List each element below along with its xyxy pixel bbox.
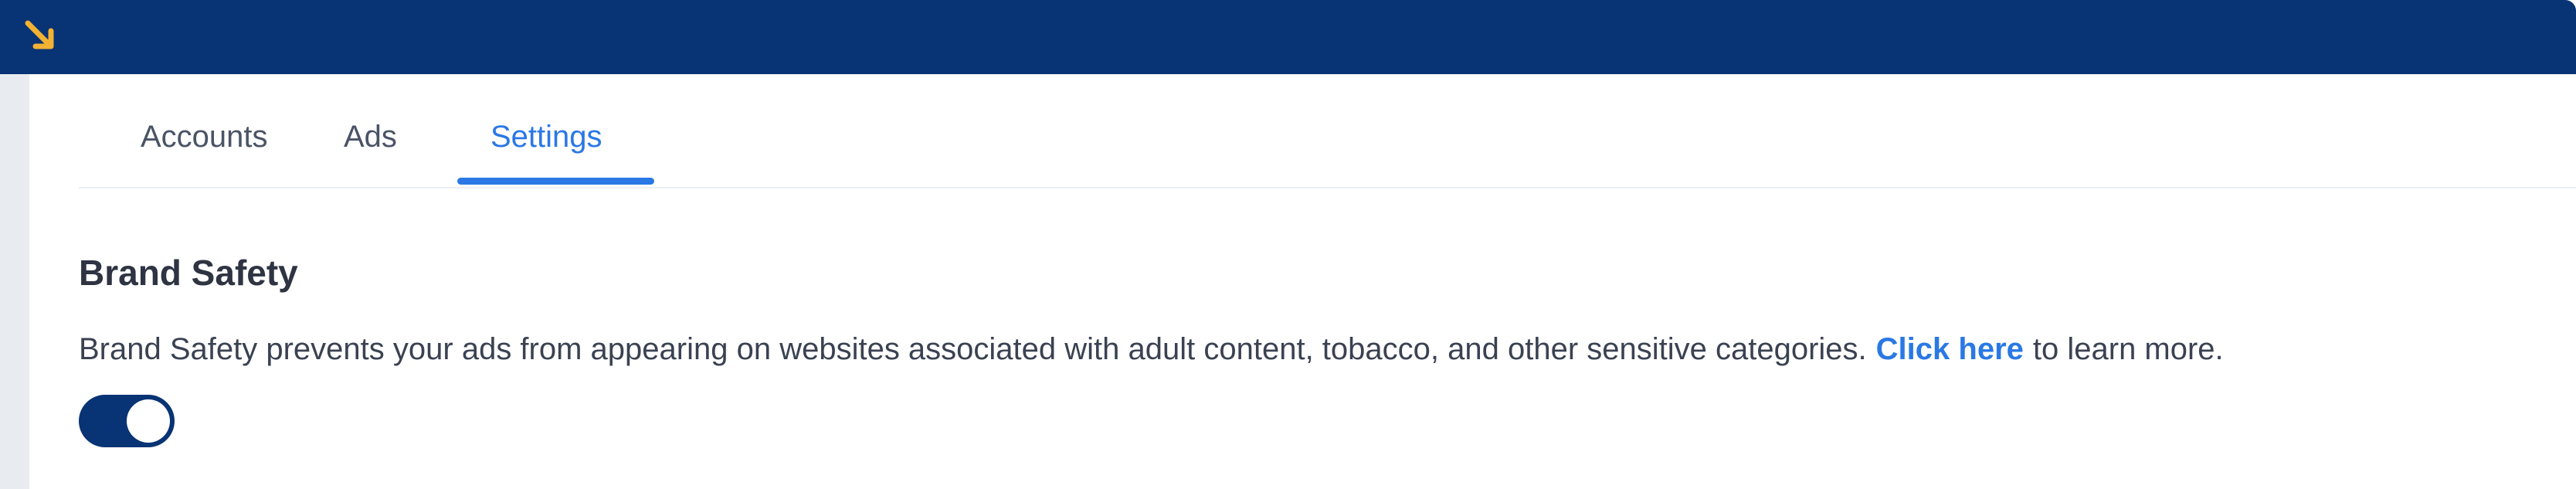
arrow-down-right-icon[interactable] (23, 19, 60, 56)
tab-ads[interactable]: Ads (344, 119, 397, 155)
description-suffix: to learn more. (2032, 332, 2224, 366)
tab-settings[interactable]: Settings (490, 119, 602, 155)
top-bar (0, 0, 2576, 74)
tab-accounts[interactable]: Accounts (141, 119, 268, 155)
toggle-knob (127, 399, 170, 443)
description-text: Brand Safety prevents your ads from appe… (79, 332, 1867, 366)
brand-safety-toggle[interactable] (79, 395, 175, 447)
main-content: Accounts Ads Settings Brand Safety Brand… (29, 74, 2576, 489)
learn-more-link[interactable]: Click here (1876, 332, 2024, 366)
active-tab-indicator (457, 178, 654, 185)
app-frame: Accounts Ads Settings Brand Safety Brand… (0, 0, 2576, 489)
left-rail (0, 74, 29, 489)
tab-bar: Accounts Ads Settings (79, 74, 2576, 188)
section-description: Brand Safety prevents your ads from appe… (79, 332, 2224, 367)
section-title: Brand Safety (79, 253, 298, 293)
